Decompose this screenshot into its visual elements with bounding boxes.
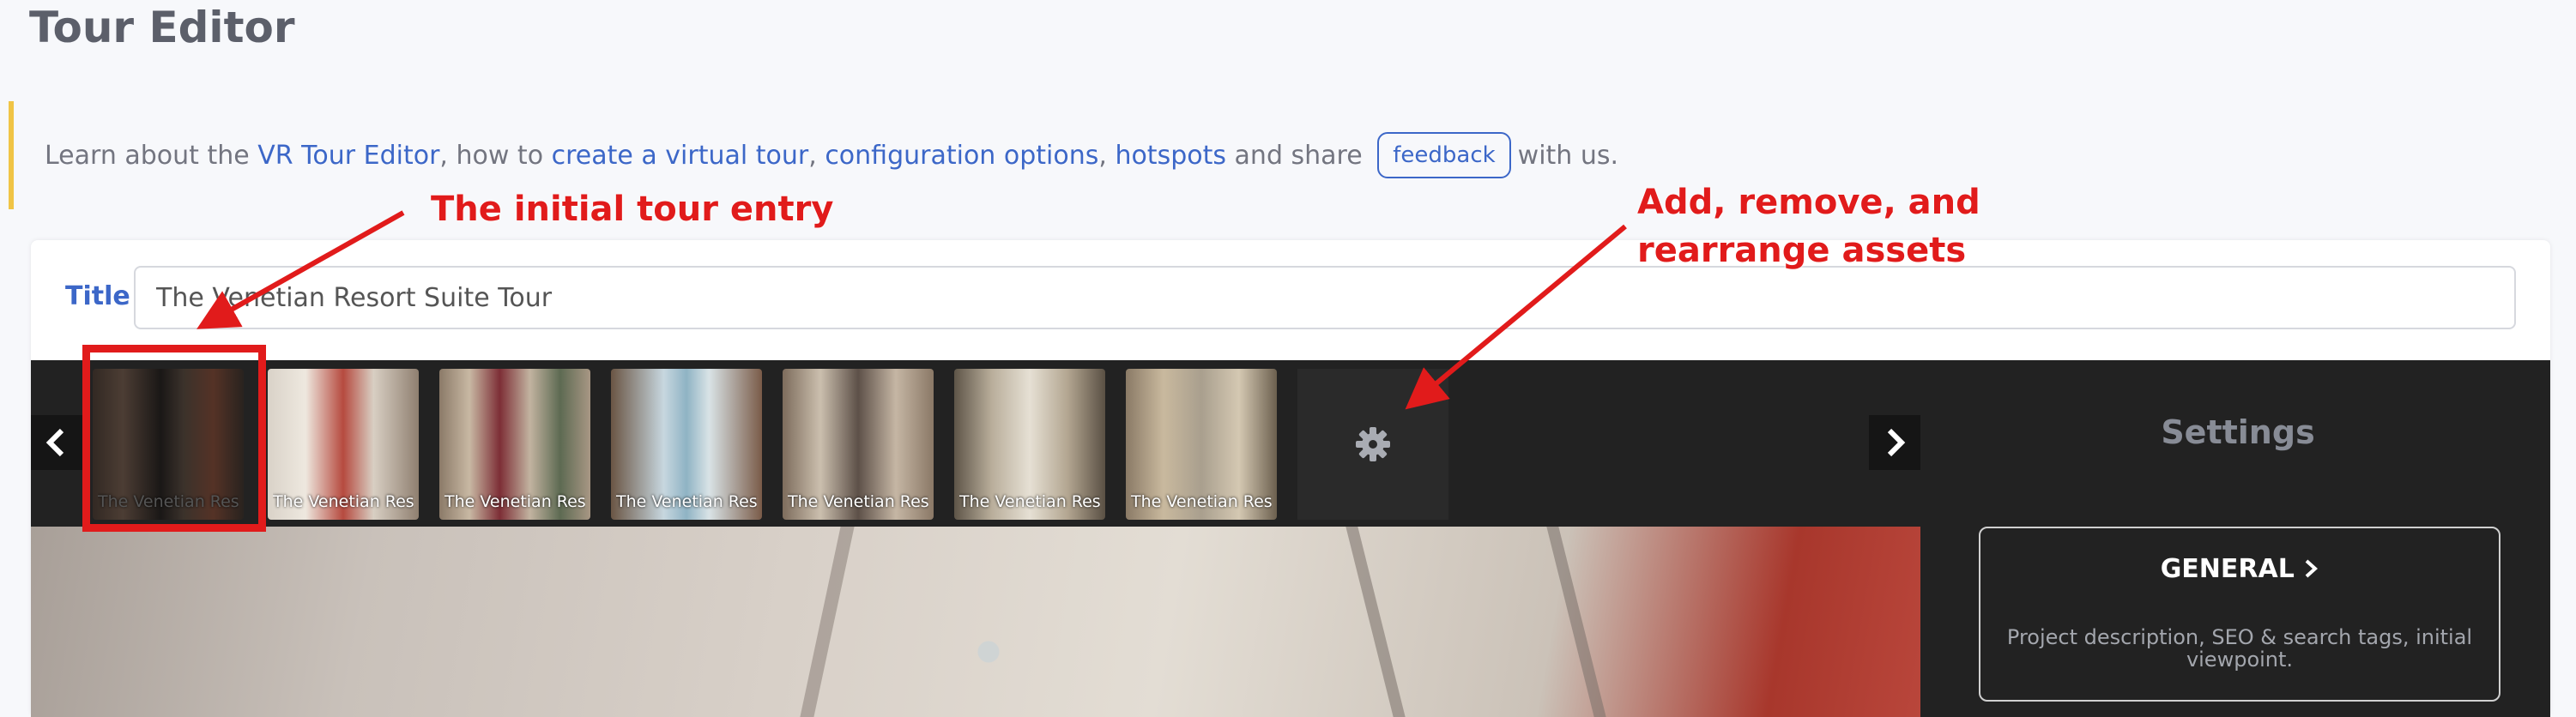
arrow-assets (1405, 224, 1627, 410)
annotation-arrows (197, 210, 1627, 410)
annotation-assets-line2: rearrange assets (1637, 231, 1967, 270)
annotation-initial-entry: The initial tour entry (431, 190, 834, 229)
arrow-initial-entry (197, 210, 405, 329)
annotation-assets-line1: Add, remove, and (1637, 183, 1980, 222)
